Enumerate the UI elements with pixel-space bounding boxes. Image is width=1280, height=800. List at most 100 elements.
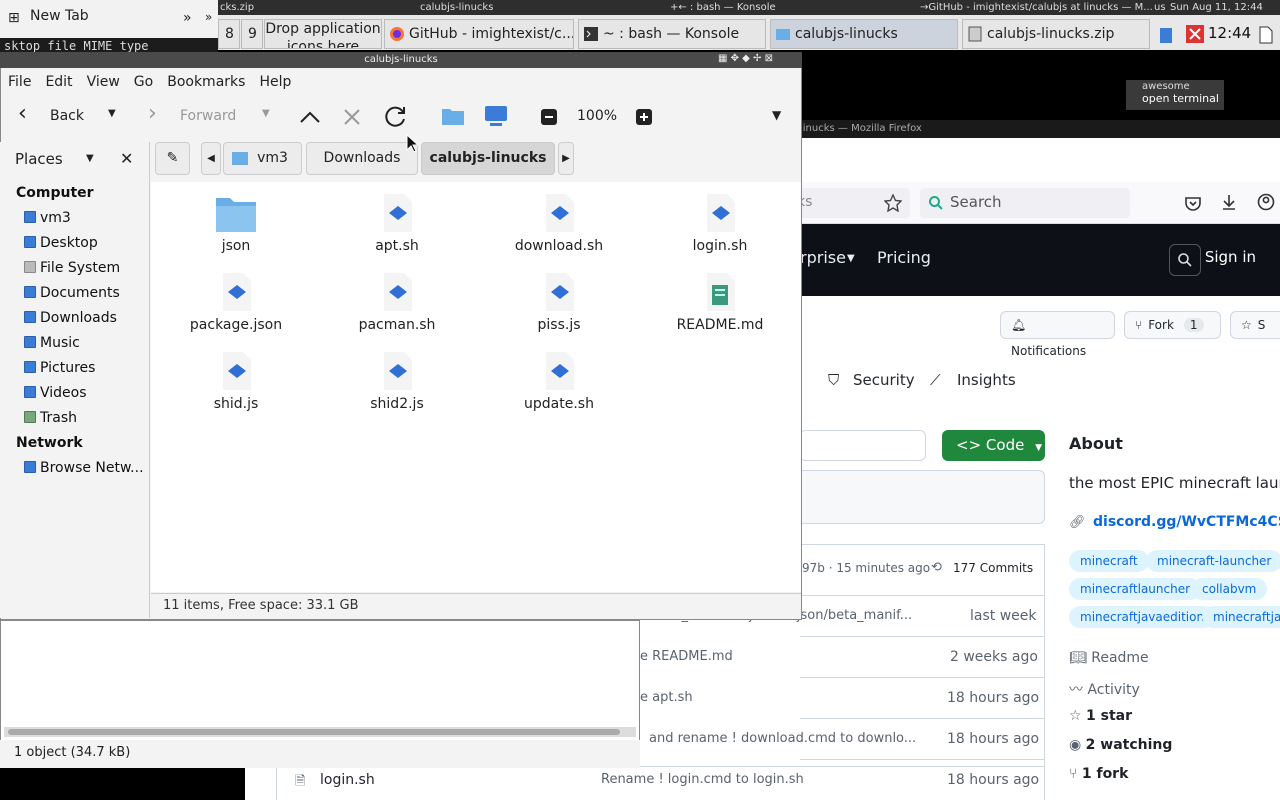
back-arrow-icon[interactable]: ‹ xyxy=(18,101,27,126)
search-bar[interactable]: Search xyxy=(920,188,1130,218)
keyboard-layout[interactable]: us xyxy=(1154,0,1166,15)
breadcrumb-downloads[interactable]: Downloads xyxy=(306,142,418,175)
top-item[interactable]: cks.zip xyxy=(220,0,254,15)
watchers-link[interactable]: ◉ 2 watching xyxy=(1069,737,1172,753)
open-terminal-item[interactable]: open terminal xyxy=(1142,92,1224,105)
stars-link[interactable]: ☆ 1 star xyxy=(1069,708,1132,724)
konsole-new-tab[interactable]: ⊞ New Tab » xyxy=(0,0,218,38)
document-icon[interactable] xyxy=(1258,26,1274,44)
task-konsole[interactable]: ~ : bash — Konsole xyxy=(578,19,766,49)
toolbar-menu-icon[interactable]: ▼ xyxy=(772,108,781,122)
topic-tag[interactable]: minecraftjavaedition xyxy=(1069,606,1216,628)
download-icon[interactable] xyxy=(1220,193,1238,211)
launcher-drop-area[interactable]: Drop application icons here xyxy=(264,19,382,49)
menu-edit[interactable]: Edit xyxy=(45,74,78,90)
scrollbar-thumb[interactable] xyxy=(8,729,620,735)
menu-file[interactable]: File xyxy=(8,74,37,90)
commit-message[interactable]: Rename ! login.cmd to login.sh xyxy=(601,772,804,787)
reload-icon[interactable] xyxy=(383,104,409,130)
top-item[interactable]: →GitHub - imightexist/calubjs at linucks… xyxy=(920,0,1153,15)
fork-button[interactable]: ⑂ Fork 1 xyxy=(1124,311,1221,339)
computer-icon[interactable] xyxy=(484,105,508,127)
top-item[interactable]: +← : bash — Konsole xyxy=(670,0,776,15)
task-zip[interactable]: calubjs-linucks.zip xyxy=(962,19,1150,49)
topic-tag[interactable]: minecraft xyxy=(1069,550,1149,572)
code-button[interactable]: <> Code ▼ xyxy=(942,430,1045,461)
back-button[interactable]: Back xyxy=(50,108,84,124)
file-item[interactable]: pacman.sh xyxy=(332,271,462,333)
tab-insights[interactable]: Insights xyxy=(957,371,1016,389)
github-search-button[interactable] xyxy=(1169,244,1201,276)
top-item[interactable]: calubjs-linucks xyxy=(420,0,493,15)
menu-view[interactable]: View xyxy=(87,74,126,90)
file-item[interactable]: login.sh xyxy=(655,192,785,254)
sidebar-item-network[interactable]: Browse Netw... xyxy=(24,460,144,476)
activity-link[interactable]: 〰 Activity xyxy=(1069,679,1140,699)
home-folder-icon[interactable] xyxy=(441,105,465,127)
sidebar-item-vm3[interactable]: vm3 xyxy=(24,210,71,226)
file-item[interactable]: update.sh xyxy=(494,350,624,412)
file-item[interactable]: piss.js xyxy=(494,271,624,333)
file-item[interactable]: json xyxy=(171,192,301,254)
sidebar-item-videos[interactable]: Videos xyxy=(24,385,87,401)
chevron-down-icon[interactable]: ▼ xyxy=(108,108,116,119)
latest-commit[interactable]: 97b · 15 minutes ago xyxy=(802,561,930,575)
sidebar-item-desktop[interactable]: Desktop xyxy=(24,235,98,251)
commit-message[interactable]: e apt.sh xyxy=(640,690,693,705)
notifications-button[interactable]: 🔔︎ Notifications xyxy=(1000,311,1115,358)
menu-go[interactable]: Go xyxy=(134,74,159,90)
desktop-9[interactable]: 9 xyxy=(241,19,263,49)
nav-enterprise[interactable]: rprise xyxy=(800,248,846,267)
sidebar-item-filesystem[interactable]: File System xyxy=(24,260,120,276)
places-selector[interactable]: Places xyxy=(15,150,63,168)
up-icon[interactable] xyxy=(298,107,322,127)
overflow-icon[interactable]: » xyxy=(183,10,192,26)
crumb-left-arrow[interactable]: ◀ xyxy=(201,142,221,175)
topic-tag[interactable]: minecraft-launcher xyxy=(1146,550,1280,572)
edit-path-button[interactable]: ✎ xyxy=(155,142,190,175)
breadcrumb-vm3[interactable]: vm3 xyxy=(223,142,302,175)
zoom-in-icon[interactable] xyxy=(636,109,652,125)
topic-tag[interactable]: minecraftlauncher xyxy=(1069,578,1202,600)
commits-link[interactable]: 177 Commits xyxy=(953,561,1033,575)
file-item[interactable]: package.json xyxy=(171,271,301,333)
stop-icon[interactable] xyxy=(342,107,362,127)
file-item[interactable]: shid.js xyxy=(171,350,301,412)
sidebar-item-trash[interactable]: Trash xyxy=(24,410,77,426)
window-controls[interactable]: ▦ ✥ ◆ ✢ ⊠ xyxy=(718,53,773,64)
forward-button[interactable]: Forward xyxy=(180,108,236,124)
bookmark-star-icon[interactable] xyxy=(884,194,902,212)
nav-pricing[interactable]: Pricing xyxy=(877,248,931,267)
homepage-link[interactable]: discord.gg/WvCTFMc4CS xyxy=(1093,514,1280,530)
menu-help[interactable]: Help xyxy=(259,74,297,90)
file-item[interactable]: shid2.js xyxy=(332,350,462,412)
sidebar-item-downloads[interactable]: Downloads xyxy=(24,310,117,326)
breadcrumb-current[interactable]: calubjs-linucks xyxy=(421,142,555,175)
topic-tag[interactable]: collabvm xyxy=(1191,578,1268,600)
chevron-down-icon[interactable]: ▼ xyxy=(262,108,270,119)
crumb-right-arrow[interactable]: ▶ xyxy=(558,142,574,175)
close-icon[interactable] xyxy=(1186,25,1204,43)
pocket-icon[interactable] xyxy=(1184,194,1202,212)
sidebar-item-music[interactable]: Music xyxy=(24,335,80,351)
zoom-out-icon[interactable] xyxy=(541,109,557,125)
chevron-down-icon[interactable]: ▼ xyxy=(86,153,94,164)
commit-message[interactable]: and rename ! download.cmd to downlo... xyxy=(649,731,916,746)
commit-message[interactable]: e README.md xyxy=(640,649,733,664)
awesome-menu[interactable]: awesome open terminal xyxy=(1126,80,1224,110)
desktop-8[interactable]: 8 xyxy=(218,19,240,49)
sidebar-item-pictures[interactable]: Pictures xyxy=(24,360,95,376)
file-item[interactable]: apt.sh xyxy=(332,192,462,254)
tab-security[interactable]: Security xyxy=(853,371,915,389)
file-item[interactable]: README.md xyxy=(655,271,785,333)
close-sidebar-icon[interactable]: ✕ xyxy=(120,149,133,168)
go-to-file-input[interactable] xyxy=(800,430,926,461)
account-icon[interactable] xyxy=(1257,193,1275,211)
clipboard-icon[interactable] xyxy=(1159,26,1173,44)
file-item[interactable]: download.sh xyxy=(494,192,624,254)
sign-in-link[interactable]: Sign in xyxy=(1205,248,1256,266)
star-button[interactable]: ☆ S xyxy=(1230,311,1280,339)
forks-link[interactable]: ⑂ 1 fork xyxy=(1069,766,1128,782)
menu-bookmarks[interactable]: Bookmarks xyxy=(167,74,251,90)
sidebar-item-documents[interactable]: Documents xyxy=(24,285,120,301)
